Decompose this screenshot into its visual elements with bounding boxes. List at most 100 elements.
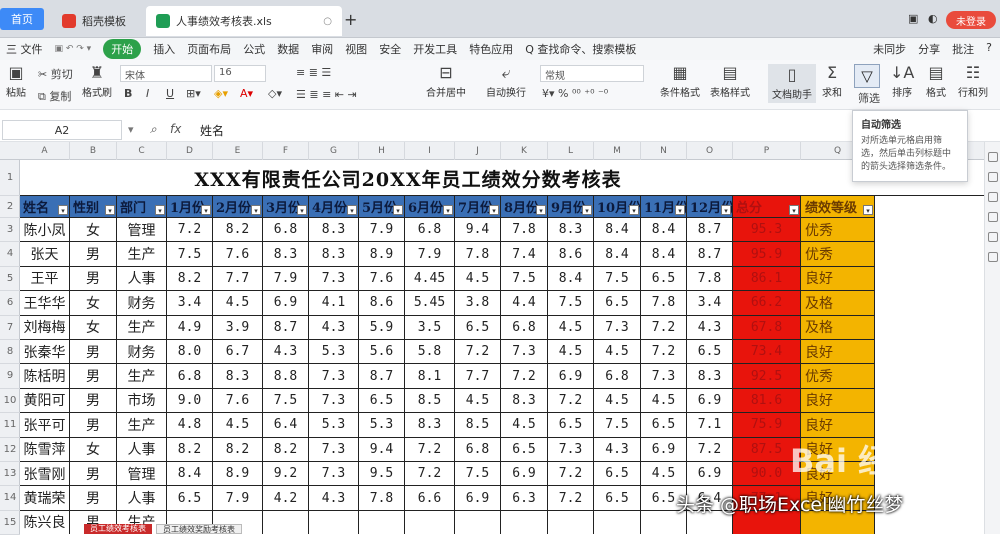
data-cell[interactable]: 4.3 bbox=[687, 315, 733, 340]
column-letter[interactable]: M bbox=[594, 142, 641, 160]
data-cell[interactable]: 6.5 bbox=[548, 413, 594, 438]
data-cell[interactable]: 张秦华 bbox=[20, 340, 70, 365]
menu-security[interactable]: 安全 bbox=[373, 41, 407, 57]
total-score-cell[interactable]: 95.9 bbox=[733, 242, 801, 267]
data-cell[interactable]: 6.8 bbox=[594, 364, 641, 389]
data-cell[interactable]: 7.9 bbox=[359, 218, 405, 243]
italic-button[interactable]: I bbox=[146, 87, 149, 100]
row-number[interactable]: 10 bbox=[0, 389, 20, 414]
data-cell[interactable]: 3.5 bbox=[405, 315, 455, 340]
column-letter[interactable]: D bbox=[167, 142, 213, 160]
total-score-cell[interactable]: 95.3 bbox=[733, 218, 801, 243]
data-cell[interactable]: 8.4 bbox=[641, 218, 687, 243]
data-cell[interactable]: 男 bbox=[70, 413, 117, 438]
data-cell[interactable]: 7.8 bbox=[687, 266, 733, 292]
header-cell[interactable]: 2月份 ▾ bbox=[213, 196, 263, 218]
row-number[interactable]: 11 bbox=[0, 413, 20, 438]
data-cell[interactable]: 5.6 bbox=[359, 340, 405, 365]
filter-dropdown-icon[interactable]: ▾ bbox=[863, 205, 873, 215]
header-cell[interactable]: 姓名 ▾ bbox=[20, 196, 70, 218]
data-cell[interactable]: 6.3 bbox=[501, 486, 548, 511]
data-cell[interactable]: 9.2 bbox=[263, 462, 309, 487]
data-cell[interactable]: 7.2 bbox=[405, 462, 455, 487]
data-cell[interactable]: 张平可 bbox=[20, 413, 70, 438]
menu-features[interactable]: 特色应用 bbox=[463, 41, 519, 57]
data-cell[interactable] bbox=[594, 510, 641, 534]
data-cell[interactable]: 7.8 bbox=[641, 291, 687, 316]
header-cell[interactable]: 4月份 ▾ bbox=[309, 196, 359, 218]
filter-dropdown-icon[interactable]: ▾ bbox=[789, 205, 799, 215]
filter-dropdown-icon[interactable]: ▾ bbox=[393, 205, 403, 215]
column-letter[interactable]: N bbox=[641, 142, 687, 160]
data-cell[interactable]: 女 bbox=[70, 291, 117, 316]
column-letter[interactable]: K bbox=[501, 142, 548, 160]
quick-access-icons[interactable]: ▣ ↶ ↷ ▾ bbox=[49, 44, 98, 54]
data-cell[interactable]: 人事 bbox=[117, 266, 167, 292]
data-cell[interactable]: 7.9 bbox=[213, 486, 263, 511]
fx-label[interactable]: fx bbox=[170, 122, 181, 136]
data-cell[interactable]: 女 bbox=[70, 218, 117, 243]
name-box[interactable]: A2 bbox=[2, 120, 122, 140]
data-cell[interactable]: 市场 bbox=[117, 388, 167, 414]
data-cell[interactable]: 8.1 bbox=[405, 364, 455, 389]
data-cell[interactable]: 7.7 bbox=[455, 364, 501, 389]
data-cell[interactable]: 4.2 bbox=[263, 486, 309, 511]
sync-status[interactable]: 未同步 bbox=[873, 41, 906, 57]
data-cell[interactable]: 6.5 bbox=[594, 291, 641, 316]
data-cell[interactable]: 管理 bbox=[117, 218, 167, 243]
filter-dropdown-icon[interactable]: ▾ bbox=[675, 205, 685, 215]
filter-dropdown-icon[interactable]: ▾ bbox=[201, 205, 211, 215]
data-cell[interactable]: 4.3 bbox=[594, 437, 641, 462]
data-cell[interactable]: 6.5 bbox=[594, 462, 641, 487]
data-cell[interactable]: 6.9 bbox=[641, 437, 687, 462]
data-cell[interactable]: 6.5 bbox=[455, 315, 501, 340]
data-cell[interactable]: 7.6 bbox=[359, 266, 405, 292]
data-cell[interactable]: 5.3 bbox=[359, 413, 405, 438]
data-cell[interactable]: 8.4 bbox=[167, 462, 213, 487]
data-cell[interactable]: 6.5 bbox=[687, 340, 733, 365]
data-cell[interactable]: 女 bbox=[70, 315, 117, 340]
data-cell[interactable]: 7.5 bbox=[263, 388, 309, 414]
grade-cell[interactable]: 良好 bbox=[801, 388, 875, 414]
data-cell[interactable]: 7.1 bbox=[687, 413, 733, 438]
data-cell[interactable]: 7.9 bbox=[405, 242, 455, 267]
column-letter[interactable]: O bbox=[687, 142, 733, 160]
data-cell[interactable]: 7.8 bbox=[455, 242, 501, 267]
row-number[interactable]: 6 bbox=[0, 291, 20, 316]
data-cell[interactable]: 8.0 bbox=[167, 340, 213, 365]
tab-templates[interactable]: 稻壳模板 bbox=[52, 6, 144, 36]
filter-dropdown-icon[interactable]: ▾ bbox=[489, 205, 499, 215]
data-cell[interactable]: 9.4 bbox=[359, 437, 405, 462]
total-score-cell[interactable]: 92.5 bbox=[733, 364, 801, 389]
header-cell[interactable]: 性别 ▾ bbox=[70, 196, 117, 218]
data-cell[interactable]: 7.5 bbox=[167, 242, 213, 267]
row-number[interactable]: 3 bbox=[0, 218, 20, 243]
data-cell[interactable]: 6.9 bbox=[263, 291, 309, 316]
data-cell[interactable]: 陈雪萍 bbox=[20, 437, 70, 462]
font-select[interactable]: 宋体 bbox=[120, 65, 212, 82]
data-cell[interactable]: 6.5 bbox=[501, 437, 548, 462]
row-number[interactable]: 4 bbox=[0, 242, 20, 267]
menu-data[interactable]: 数据 bbox=[271, 41, 305, 57]
data-cell[interactable]: 4.5 bbox=[455, 266, 501, 292]
font-color-icon[interactable]: A▾ bbox=[240, 87, 253, 100]
data-cell[interactable]: 4.5 bbox=[594, 340, 641, 365]
sheet-title[interactable]: XXX有限责任公司20XX年员工绩效分数考核表 bbox=[20, 160, 796, 196]
data-cell[interactable]: 8.5 bbox=[405, 388, 455, 414]
column-letter[interactable]: E bbox=[213, 142, 263, 160]
login-button[interactable]: 未登录 bbox=[946, 11, 996, 29]
row-number[interactable]: 2 bbox=[0, 196, 20, 218]
data-cell[interactable]: 8.2 bbox=[213, 437, 263, 462]
column-letter[interactable]: I bbox=[405, 142, 455, 160]
filter-dropdown-icon[interactable]: ▾ bbox=[58, 205, 68, 215]
comment-button[interactable]: 批注 bbox=[952, 41, 974, 57]
data-cell[interactable]: 男 bbox=[70, 242, 117, 267]
data-cell[interactable]: 7.2 bbox=[501, 364, 548, 389]
data-cell[interactable]: 4.5 bbox=[455, 388, 501, 414]
data-cell[interactable]: 生产 bbox=[117, 242, 167, 267]
new-tab-button[interactable]: + bbox=[344, 10, 357, 29]
grade-cell[interactable]: 优秀 bbox=[801, 242, 875, 267]
data-cell[interactable]: 9.4 bbox=[455, 218, 501, 243]
data-cell[interactable]: 7.4 bbox=[501, 242, 548, 267]
header-cell[interactable]: 7月份 ▾ bbox=[455, 196, 501, 218]
